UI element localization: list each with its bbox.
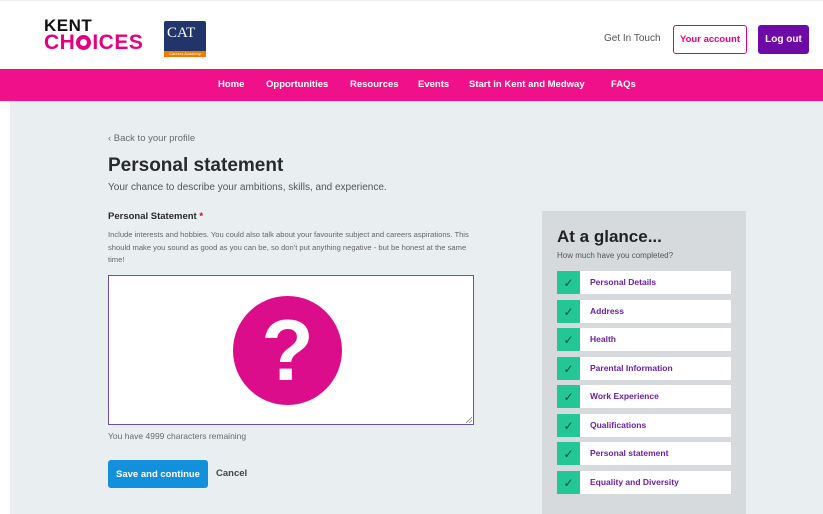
- your-account-button[interactable]: Your account: [673, 25, 747, 54]
- nav-item-opportunities[interactable]: Opportunities: [266, 79, 328, 90]
- nav-item-home[interactable]: Home: [218, 79, 244, 90]
- kent-choices-logo[interactable]: KENT CH ICES: [44, 17, 144, 54]
- glance-item-health[interactable]: ✓ Health: [557, 328, 731, 351]
- save-and-continue-button[interactable]: Save and continue: [108, 460, 208, 488]
- glance-item-work-experience[interactable]: ✓ Work Experience: [557, 385, 731, 408]
- partner-logo: CAT Careers Academy: [164, 21, 206, 57]
- check-icon: ✓: [557, 414, 580, 437]
- check-icon: ✓: [557, 442, 580, 465]
- nav-item-events[interactable]: Events: [418, 79, 449, 90]
- main-nav: Home Opportunities Resources Events Star…: [0, 69, 823, 101]
- get-in-touch-link[interactable]: Get In Touch: [604, 33, 661, 44]
- partner-logo-text: CAT: [167, 25, 196, 41]
- glance-item-label: Parental Information: [590, 363, 673, 373]
- glance-item-parental-information[interactable]: ✓ Parental Information: [557, 357, 731, 380]
- glance-item-label: Work Experience: [590, 391, 659, 401]
- glance-item-address[interactable]: ✓ Address: [557, 300, 731, 323]
- glance-item-personal-details[interactable]: ✓ Personal Details: [557, 271, 731, 294]
- nav-item-start-in-kent[interactable]: Start in Kent and Medway: [469, 79, 585, 90]
- logo-line-2: CH ICES: [44, 31, 144, 54]
- glance-item-label: Personal Details: [590, 277, 657, 287]
- check-icon: ✓: [557, 271, 580, 294]
- page-title: Personal statement: [108, 155, 284, 176]
- at-a-glance-panel: At a glance... How much have you complet…: [542, 211, 746, 514]
- characters-remaining: You have 4999 characters remaining: [108, 431, 247, 441]
- glance-title: At a glance...: [557, 227, 662, 246]
- glance-item-equality-and-diversity[interactable]: ✓ Equality and Diversity: [557, 471, 731, 494]
- check-icon: ✓: [557, 328, 580, 351]
- partner-logo-bar: Careers Academy: [164, 51, 206, 57]
- glance-item-qualifications[interactable]: ✓ Qualifications: [557, 414, 731, 437]
- back-to-profile-link[interactable]: ‹ Back to your profile: [108, 133, 195, 144]
- glance-subtitle: How much have you completed?: [557, 251, 674, 260]
- field-hint: Include interests and hobbies. You could…: [108, 230, 469, 264]
- log-out-button[interactable]: Log out: [758, 25, 809, 54]
- personal-statement-label: Personal Statement *: [108, 211, 204, 222]
- glance-item-label: Qualifications: [590, 420, 647, 430]
- glance-item-label: Address: [590, 306, 625, 316]
- cancel-link[interactable]: Cancel: [216, 468, 247, 479]
- glance-item-label: Equality and Diversity: [590, 477, 679, 487]
- logo-heart-icon: [76, 35, 92, 50]
- check-icon: ✓: [557, 471, 580, 494]
- glance-item-label: Personal statement: [590, 448, 669, 458]
- required-marker: *: [199, 211, 204, 222]
- check-icon: ✓: [557, 385, 580, 408]
- nav-item-faqs[interactable]: FAQs: [611, 79, 636, 90]
- resize-handle-icon[interactable]: [466, 417, 472, 423]
- check-icon: ✓: [557, 300, 580, 323]
- glance-item-personal-statement[interactable]: ✓ Personal statement: [557, 442, 731, 465]
- check-icon: ✓: [557, 357, 580, 380]
- site-header: KENT CH ICES CAT Careers Academy Get In T…: [0, 0, 823, 70]
- question-mark-icon: ?: [233, 296, 342, 405]
- page-subtitle: Your chance to describe your ambitions, …: [108, 182, 387, 193]
- nav-item-resources[interactable]: Resources: [350, 79, 399, 90]
- glance-item-label: Health: [590, 334, 616, 344]
